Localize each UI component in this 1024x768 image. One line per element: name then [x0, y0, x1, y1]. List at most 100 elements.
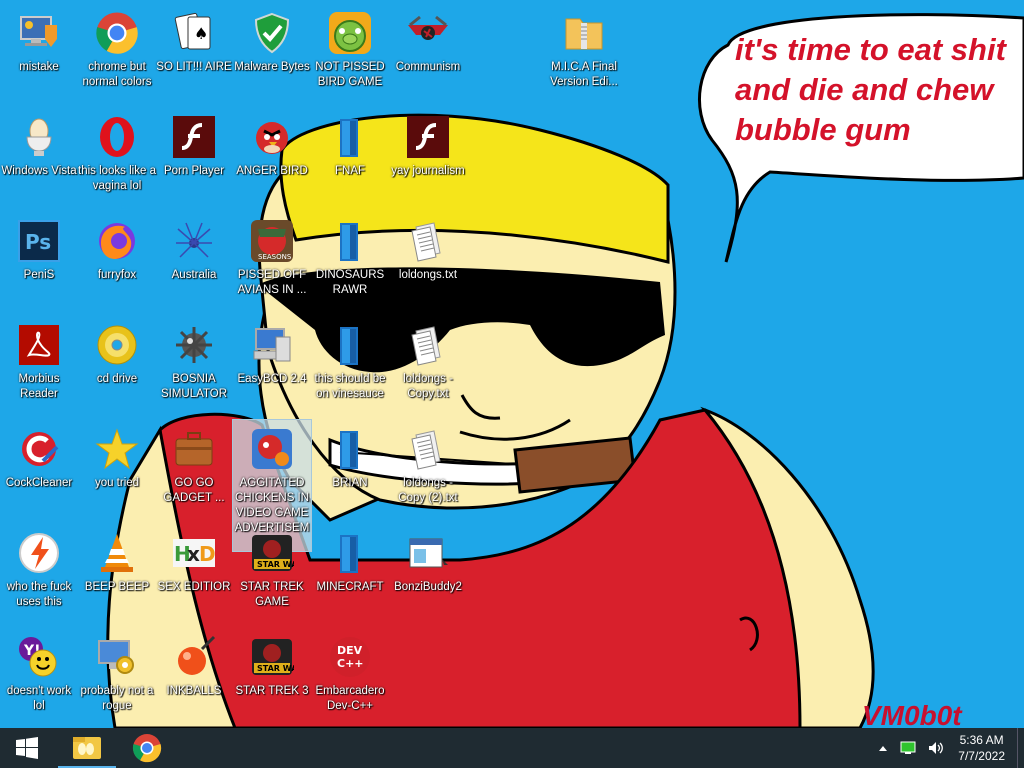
desktop-icon[interactable]: CockCleaner: [0, 420, 78, 491]
text-file-icon: [405, 426, 451, 472]
desktop-icon-label: Morbius Reader: [18, 373, 60, 400]
desktop-icon-label: Porn Player: [163, 165, 225, 177]
desktop-icon[interactable]: cd drive: [78, 316, 156, 387]
bird-ad-icon: [249, 426, 295, 472]
desktop-icon[interactable]: ANGER BIRD: [233, 108, 311, 179]
desktop-icon[interactable]: Porn Player: [155, 108, 233, 179]
desktop-icon-label: who the fuck uses this: [6, 581, 72, 608]
gears-monitor-icon: [94, 634, 140, 680]
cd-icon: [94, 322, 140, 368]
desktop-icon-label: loldongs.txt: [398, 269, 458, 281]
desktop-icon-label: loldongs - Copy.txt: [403, 373, 453, 400]
show-desktop-button[interactable]: [1017, 728, 1024, 768]
svg-text:STAR WARS: STAR WARS: [257, 664, 294, 673]
desktop-icon[interactable]: INKBALLS: [155, 628, 233, 699]
blue-file-icon: [327, 322, 373, 368]
svg-text:DEV: DEV: [337, 644, 363, 657]
desktop-icon[interactable]: Australia: [155, 212, 233, 283]
red-bird-icon: [249, 114, 295, 160]
desktop-icon-label: Embarcadero Dev-C++: [315, 685, 385, 712]
briefcase-icon: [171, 426, 217, 472]
blue-file-icon: [327, 426, 373, 472]
volume-icon[interactable]: [928, 741, 944, 755]
svg-text:D: D: [199, 542, 216, 566]
blue-file-icon: [327, 218, 373, 264]
desktop-icon[interactable]: Morbius Reader: [0, 316, 78, 402]
desktop-icon[interactable]: Hx D SEX EDITIOR: [155, 524, 233, 595]
flash-icon: [171, 114, 217, 160]
desktop-icon[interactable]: Y! doesn't work lol: [0, 628, 78, 714]
desktop-icon[interactable]: DINOSAURS RAWR: [311, 212, 389, 298]
desktop-icon-label: you tried: [94, 477, 140, 489]
desktop-icon[interactable]: SEASONS PISSED OFF AVIANS IN ...: [233, 212, 311, 298]
ccleaner-icon: [16, 426, 62, 472]
desktop-icon[interactable]: DEV C++ Embarcadero Dev-C++: [311, 628, 389, 714]
desktop-icon[interactable]: BRIAN: [311, 420, 389, 491]
svg-text:STAR WARS: STAR WARS: [257, 560, 294, 569]
pdf-reader-icon: [16, 322, 62, 368]
desktop[interactable]: it's time to eat shit and die and chew b…: [0, 0, 1024, 728]
desktop-icon[interactable]: loldongs - Copy.txt: [389, 316, 467, 402]
desktop-icon[interactable]: STAR WARS STAR TREK 3: [233, 628, 311, 699]
desktop-icon-label: GO GO GADGET ...: [163, 477, 225, 504]
desktop-icon[interactable]: loldongs - Copy (2).txt: [389, 420, 467, 506]
file-explorer-icon: [73, 737, 101, 759]
desktop-icon-label: yay journalism: [391, 165, 465, 177]
desktop-icon[interactable]: furryfox: [78, 212, 156, 283]
desktop-icon-label: BEEP BEEP: [84, 581, 150, 593]
desktop-icon[interactable]: STAR WARS STAR TREK GAME: [233, 524, 311, 610]
desktop-icon[interactable]: GO GO GADGET ...: [155, 420, 233, 506]
desktop-icon[interactable]: EasyBCD 2.4: [233, 316, 311, 387]
desktop-icon[interactable]: Ps PeniS: [0, 212, 78, 283]
desktop-icon[interactable]: ♠ SO LIT!!! AIRE: [155, 4, 233, 75]
desktop-icon-label: doesn't work lol: [6, 685, 72, 712]
desktop-icon[interactable]: this looks like a vagina lol: [78, 108, 156, 194]
desktop-icon-label: Malware Bytes: [234, 61, 310, 73]
desktop-icon-label: mistake: [19, 61, 59, 73]
desktop-icon-label: DINOSAURS RAWR: [315, 269, 385, 296]
desktop-icons: mistake chrome but normal colors ♠ SO LIT!!…: [0, 0, 1024, 728]
desktop-icon[interactable]: FNAF: [311, 108, 389, 179]
blue-file-icon: [327, 530, 373, 576]
desktop-icon[interactable]: probably not a rogue: [78, 628, 156, 714]
solitaire-cards-icon: ♠: [171, 10, 217, 56]
desktop-icon[interactable]: Windows Vista: [0, 108, 78, 179]
computer-icon: [249, 322, 295, 368]
taskbar-clock[interactable]: 5:36 AM 7/7/2022: [958, 732, 1005, 764]
desktop-icon[interactable]: BonziBuddy2: [389, 524, 467, 595]
desktop-icon-label: loldongs - Copy (2).txt: [398, 477, 458, 504]
desktop-icon[interactable]: loldongs.txt: [389, 212, 467, 283]
desktop-icon[interactable]: BOSNIA SIMULATOR: [155, 316, 233, 402]
svg-text:♠: ♠: [194, 24, 208, 43]
desktop-icon[interactable]: NOT PISSED BIRD GAME: [311, 4, 389, 90]
star-wars-icon: STAR WARS: [249, 530, 295, 576]
flash-icon: [405, 114, 451, 160]
desktop-icon[interactable]: MINECRAFT: [311, 524, 389, 595]
show-hidden-icons-chevron-icon[interactable]: [878, 744, 888, 752]
file-explorer-taskbar-button[interactable]: [58, 728, 116, 768]
desktop-icon-label: SEX EDITIOR: [157, 581, 231, 593]
desktop-icon[interactable]: yay journalism: [389, 108, 467, 179]
opera-icon: [94, 114, 140, 160]
desktop-icon[interactable]: Malware Bytes: [233, 4, 311, 75]
desktop-icon[interactable]: Communism: [389, 4, 467, 75]
desktop-icon-label: ANGER BIRD: [236, 165, 308, 177]
desktop-icon[interactable]: chrome but normal colors: [78, 4, 156, 90]
desktop-icon-label: BOSNIA SIMULATOR: [160, 373, 228, 400]
network-icon[interactable]: [900, 741, 916, 755]
egg-cup-icon: [16, 114, 62, 160]
chrome-taskbar-button[interactable]: [118, 728, 176, 768]
desktop-icon[interactable]: who the fuck uses this: [0, 524, 78, 610]
yahoo-messenger-icon: Y!: [16, 634, 62, 680]
desktop-icon-label: EasyBCD 2.4: [237, 373, 307, 385]
desktop-icon[interactable]: you tried: [78, 420, 156, 491]
hammer-sickle-icon: [405, 10, 451, 56]
desktop-icon[interactable]: mistake: [0, 4, 78, 75]
desktop-icon-label: Windows Vista: [1, 165, 77, 177]
start-button[interactable]: [0, 728, 54, 768]
desktop-icon-label: MINECRAFT: [316, 581, 384, 593]
desktop-icon[interactable]: M.I.C.A Final Version Edi...: [545, 4, 623, 90]
desktop-icon[interactable]: BEEP BEEP: [78, 524, 156, 595]
desktop-icon-label: BonziBuddy2: [394, 581, 462, 593]
desktop-icon[interactable]: this should be on vinesauce: [311, 316, 389, 402]
